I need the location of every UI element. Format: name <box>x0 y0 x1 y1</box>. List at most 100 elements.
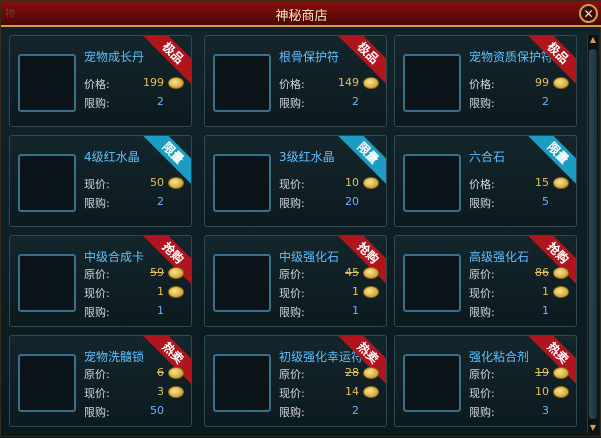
close-icon[interactable]: ✕ <box>579 4 598 23</box>
shop-item-card[interactable]: 宠物成长丹 极品 价格: 199 限购: 2 <box>9 35 192 127</box>
info-label: 价格: <box>279 78 305 91</box>
shop-item-card[interactable]: 宠物洗髓锁 热卖 原价: 6 现价: 3 限购: 50 <box>9 335 192 427</box>
item-info-row: 现价: 10 <box>469 385 569 401</box>
info-value: 1 <box>352 304 359 317</box>
item-info-row: 现价: 10 <box>279 176 379 192</box>
info-label: 原价: <box>279 368 305 381</box>
item-info-row: 原价: 59 <box>84 266 184 282</box>
original-price-value: 28 <box>345 366 359 379</box>
orange-gem-icon <box>403 254 461 312</box>
info-label: 限购: <box>84 406 110 419</box>
item-info-row: 限购: 2 <box>84 95 164 111</box>
gold-ingot-icon <box>363 267 379 279</box>
item-info-row: 限购: 1 <box>469 304 549 320</box>
item-info-row: 现价: 1 <box>469 285 569 301</box>
mystery-shop-window: 物 神秘商店 ✕ 宠物成长丹 极品 价格: 199 限购: 2 根骨保护符 极品 价格: 149 限… <box>0 0 601 437</box>
info-label: 现价: <box>279 287 305 300</box>
blue-card-icon <box>18 254 76 312</box>
gold-ingot-icon <box>168 177 184 189</box>
info-value: 2 <box>352 404 359 417</box>
info-label: 价格: <box>84 78 110 91</box>
item-info-row: 限购: 1 <box>84 304 164 320</box>
item-info-row: 限购: 2 <box>469 95 549 111</box>
info-value: 5 <box>542 195 549 208</box>
item-info-row: 原价: 45 <box>279 266 379 282</box>
info-label: 现价: <box>84 178 110 191</box>
info-label: 价格: <box>469 78 495 91</box>
item-info-row: 现价: 14 <box>279 385 379 401</box>
shop-item-card[interactable]: 高级强化石 抢购 原价: 86 现价: 1 限购: 1 <box>394 235 577 327</box>
info-value: 1 <box>352 285 359 298</box>
item-info-row: 现价: 50 <box>84 176 184 192</box>
original-price-value: 59 <box>150 266 164 279</box>
info-label: 原价: <box>469 268 495 281</box>
info-value: 1 <box>157 285 164 298</box>
info-value: 2 <box>157 195 164 208</box>
blue-gem-icon <box>213 254 271 312</box>
info-label: 限购: <box>469 197 495 210</box>
blue-vortex-icon <box>213 54 271 112</box>
gold-ingot-icon <box>168 267 184 279</box>
shop-item-card[interactable]: 根骨保护符 极品 价格: 149 限购: 2 <box>204 35 387 127</box>
item-info-row: 价格: 149 <box>279 76 379 92</box>
gold-ingot-icon <box>553 286 569 298</box>
scrollbar[interactable]: ▲ ▼ <box>587 35 598 433</box>
shop-item-card[interactable]: 4级红水晶 限量 现价: 50 限购: 2 <box>9 135 192 227</box>
shop-item-card[interactable]: 中级合成卡 抢购 原价: 59 现价: 1 限购: 1 <box>9 235 192 327</box>
original-price-value: 45 <box>345 266 359 279</box>
info-label: 原价: <box>84 368 110 381</box>
item-info-row: 限购: 1 <box>279 304 359 320</box>
gold-ingot-icon <box>168 386 184 398</box>
gold-ingot-icon <box>553 267 569 279</box>
info-label: 限购: <box>279 97 305 110</box>
red-crystal-icon <box>213 154 271 212</box>
orange-orb-icon <box>18 54 76 112</box>
gold-ingot-icon <box>363 286 379 298</box>
info-label: 限购: <box>279 406 305 419</box>
gold-lock-icon <box>18 354 76 412</box>
item-info-row: 原价: 6 <box>84 366 184 382</box>
info-value: 50 <box>150 176 164 189</box>
item-info-row: 原价: 28 <box>279 366 379 382</box>
gold-ingot-icon <box>553 386 569 398</box>
info-value: 20 <box>345 195 359 208</box>
shop-item-card[interactable]: 中级强化石 抢购 原价: 45 现价: 1 限购: 1 <box>204 235 387 327</box>
info-value: 199 <box>143 76 164 89</box>
info-label: 现价: <box>279 387 305 400</box>
info-label: 限购: <box>84 306 110 319</box>
shop-item-card[interactable]: 初级强化幸运符 热卖 原价: 28 现价: 14 限购: 2 <box>204 335 387 427</box>
info-value: 1 <box>542 285 549 298</box>
shop-item-card[interactable]: 强化粘合剂 热卖 原价: 19 现价: 10 限购: 3 <box>394 335 577 427</box>
info-label: 限购: <box>279 306 305 319</box>
scroll-up-icon[interactable]: ▲ <box>588 35 598 45</box>
info-label: 现价: <box>469 287 495 300</box>
info-value: 10 <box>345 176 359 189</box>
info-value: 2 <box>157 95 164 108</box>
info-label: 限购: <box>469 306 495 319</box>
original-price-value: 6 <box>157 366 164 379</box>
info-value: 50 <box>150 404 164 417</box>
scroll-down-icon[interactable]: ▼ <box>588 423 598 433</box>
info-label: 原价: <box>279 268 305 281</box>
item-info-row: 限购: 20 <box>279 195 359 211</box>
info-value: 99 <box>535 76 549 89</box>
info-label: 限购: <box>469 406 495 419</box>
gold-ingot-icon <box>553 77 569 89</box>
info-label: 限购: <box>279 197 305 210</box>
info-value: 149 <box>338 76 359 89</box>
original-price-value: 19 <box>535 366 549 379</box>
green-scroll-icon <box>403 54 461 112</box>
window-title: 神秘商店 <box>275 9 328 24</box>
shop-item-card[interactable]: 3级红水晶 限量 现价: 10 限购: 20 <box>204 135 387 227</box>
item-info-row: 原价: 19 <box>469 366 569 382</box>
shop-item-card[interactable]: 六合石 限量 价格: 15 限购: 5 <box>394 135 577 227</box>
item-info-row: 限购: 2 <box>279 95 359 111</box>
green-scroll-icon <box>213 354 271 412</box>
item-info-row: 价格: 199 <box>84 76 184 92</box>
item-info-row: 限购: 3 <box>469 404 549 420</box>
shop-item-card[interactable]: 宠物资质保护符 极品 价格: 99 限购: 2 <box>394 35 577 127</box>
scroll-thumb[interactable] <box>589 49 597 419</box>
item-info-row: 价格: 99 <box>469 76 569 92</box>
gold-ingot-icon <box>363 367 379 379</box>
info-value: 14 <box>345 385 359 398</box>
